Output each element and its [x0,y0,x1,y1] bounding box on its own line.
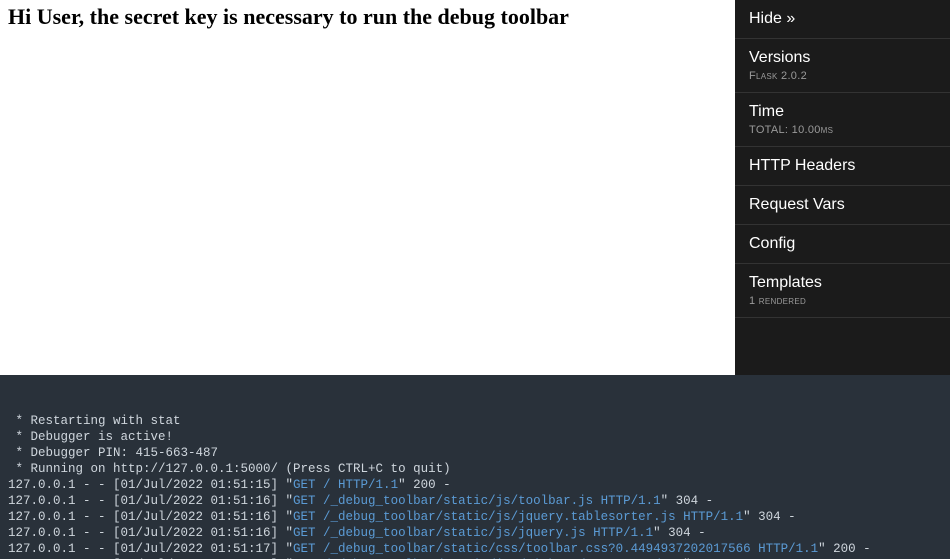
terminal-text: " 304 - [743,510,796,524]
terminal-text: " 200 - [398,478,451,492]
terminal-text: * Restarting with stat [8,414,181,428]
toolbar-panel-versions[interactable]: Versions Flask 2.0.2 [735,39,950,93]
toolbar-panel-config[interactable]: Config [735,225,950,264]
toolbar-panel-sub: TOTAL: 10.00ms [749,124,936,136]
toolbar-panel-templates[interactable]: Templates 1 rendered [735,264,950,318]
terminal-text: 127.0.0.1 - - [01/Jul/2022 01:51:17] " [8,542,293,556]
toolbar-panel-time[interactable]: Time TOTAL: 10.00ms [735,93,950,147]
page-content: Hi User, the secret key is necessary to … [0,0,735,375]
terminal-text: * Debugger PIN: 415-663-487 [8,446,218,460]
terminal-lines: * Restarting with stat * Debugger is act… [8,413,942,559]
terminal-line: 127.0.0.1 - - [01/Jul/2022 01:51:16] "GE… [8,493,942,509]
terminal-text: " 304 - [661,494,714,508]
terminal-text: * Debugger is active! [8,430,173,444]
terminal-line: 127.0.0.1 - - [01/Jul/2022 01:51:16] "GE… [8,525,942,541]
terminal-output[interactable]: * Restarting with stat * Debugger is act… [0,375,950,559]
terminal-text: 127.0.0.1 - - [01/Jul/2022 01:51:16] " [8,494,293,508]
toolbar-hide-label: Hide » [749,10,936,28]
top-region: Hi User, the secret key is necessary to … [0,0,950,375]
toolbar-panel-sub: Flask 2.0.2 [749,70,936,82]
debug-toolbar: Hide » Versions Flask 2.0.2 Time TOTAL: … [735,0,950,375]
terminal-text: * Running on http://127.0.0.1:5000/ (Pre… [8,462,451,476]
toolbar-hide-button[interactable]: Hide » [735,0,950,39]
toolbar-panel-title: Templates [749,274,936,292]
toolbar-panel-title: Versions [749,49,936,67]
terminal-line: * Debugger PIN: 415-663-487 [8,445,942,461]
toolbar-panel-title: HTTP Headers [749,157,936,175]
terminal-line: 127.0.0.1 - - [01/Jul/2022 01:51:16] "GE… [8,509,942,525]
terminal-text: " 200 - [818,542,871,556]
toolbar-panel-title: Config [749,235,936,253]
terminal-request-path: GET /_debug_toolbar/static/js/toolbar.js… [293,494,661,508]
toolbar-panel-title: Time [749,103,936,121]
terminal-line: * Running on http://127.0.0.1:5000/ (Pre… [8,461,942,477]
terminal-text: 127.0.0.1 - - [01/Jul/2022 01:51:16] " [8,510,293,524]
toolbar-panel-title: Request Vars [749,196,936,214]
terminal-request-path: GET / HTTP/1.1 [293,478,398,492]
page-heading: Hi User, the secret key is necessary to … [8,4,727,30]
terminal-line: * Restarting with stat [8,413,942,429]
toolbar-panel-sub: 1 rendered [749,295,936,307]
terminal-line: * Debugger is active! [8,429,942,445]
terminal-request-path: GET /_debug_toolbar/static/css/toolbar.c… [293,542,818,556]
terminal-text: 127.0.0.1 - - [01/Jul/2022 01:51:16] " [8,526,293,540]
terminal-request-path: GET /_debug_toolbar/static/js/jquery.tab… [293,510,743,524]
terminal-text: " 304 - [653,526,706,540]
toolbar-panel-http-headers[interactable]: HTTP Headers [735,147,950,186]
terminal-line: 127.0.0.1 - - [01/Jul/2022 01:51:17] "GE… [8,541,942,557]
terminal-request-path: GET /_debug_toolbar/static/js/jquery.js … [293,526,653,540]
terminal-line: 127.0.0.1 - - [01/Jul/2022 01:51:15] "GE… [8,477,942,493]
toolbar-panel-request-vars[interactable]: Request Vars [735,186,950,225]
terminal-text: 127.0.0.1 - - [01/Jul/2022 01:51:15] " [8,478,293,492]
app-root: Hi User, the secret key is necessary to … [0,0,950,559]
